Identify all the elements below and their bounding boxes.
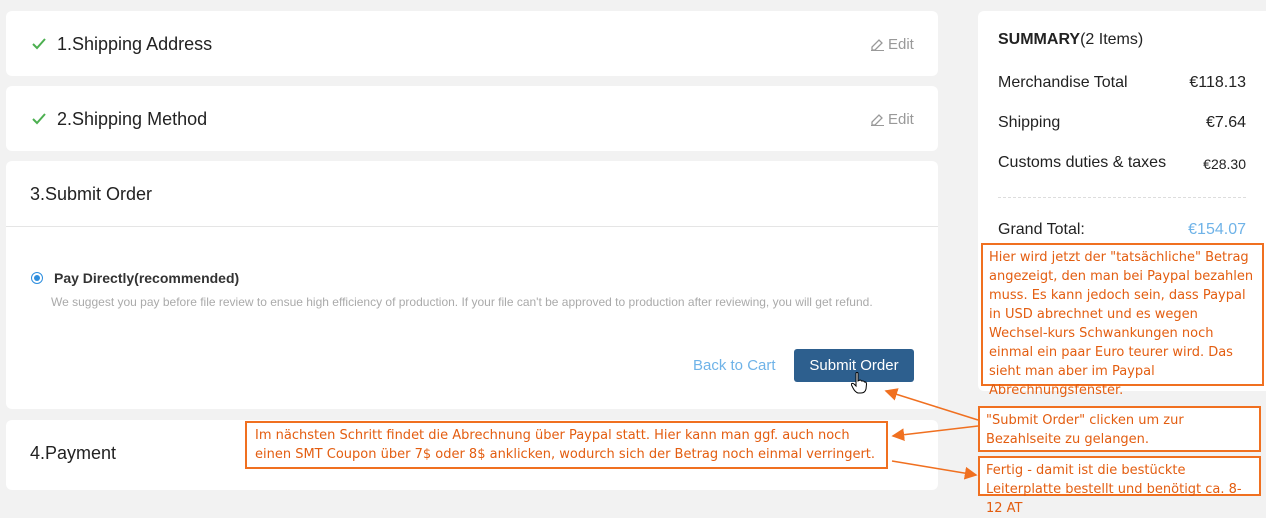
arrow-from-payment-note [891, 460, 978, 480]
arrow-to-submit-button [884, 388, 979, 421]
annotation-arrows [884, 388, 979, 480]
arrow-to-payment-note [891, 425, 979, 442]
